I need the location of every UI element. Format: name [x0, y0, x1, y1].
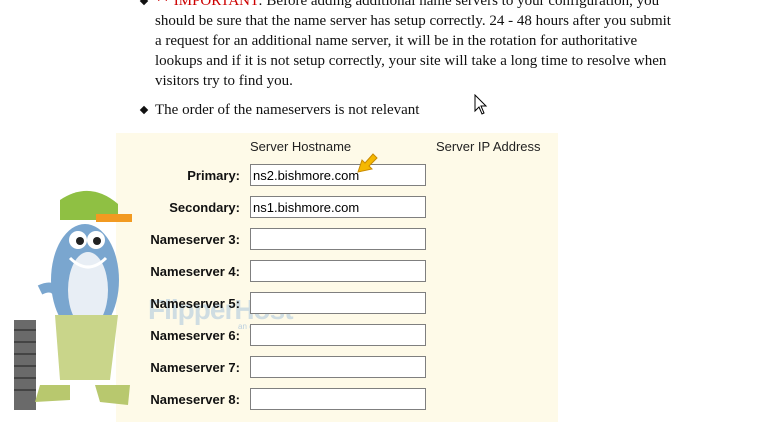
- order-note: The order of the nameservers is not rele…: [140, 100, 680, 120]
- label-nameserver-3: Nameserver 3:: [150, 232, 240, 247]
- column-header-hostname: Server Hostname: [250, 139, 352, 154]
- nameserver-6-field[interactable]: [250, 324, 426, 346]
- label-nameserver-5: Nameserver 5:: [150, 296, 240, 311]
- label-nameserver-6: Nameserver 6:: [150, 328, 240, 343]
- label-nameserver-4: Nameserver 4:: [150, 264, 240, 279]
- label-secondary: Secondary:: [169, 200, 240, 215]
- mouse-cursor-icon: [474, 94, 488, 115]
- nameserver-3-field[interactable]: [250, 228, 426, 250]
- important-notes: ** IMPORTANT: Before adding additional n…: [140, 0, 680, 120]
- label-nameserver-7: Nameserver 7:: [150, 360, 240, 375]
- important-note: ** IMPORTANT: Before adding additional n…: [140, 0, 680, 91]
- secondary-hostname-field[interactable]: [250, 196, 426, 218]
- nameserver-8-field[interactable]: [250, 388, 426, 410]
- important-label: ** IMPORTANT: [155, 0, 259, 9]
- label-primary: Primary:: [187, 168, 240, 183]
- flipperhost-mascot-icon: [14, 190, 132, 410]
- label-nameserver-8: Nameserver 8:: [150, 392, 240, 407]
- order-text: The order of the nameservers is not rele…: [155, 102, 420, 118]
- important-text: : Before adding additional name servers …: [155, 0, 671, 89]
- nameserver-4-field[interactable]: [250, 260, 426, 282]
- nameserver-5-field[interactable]: [250, 292, 426, 314]
- tutorial-arrow-icon: [357, 153, 378, 173]
- column-header-ip: Server IP Address: [436, 139, 541, 154]
- nameserver-7-field[interactable]: [250, 356, 426, 378]
- primary-hostname-field[interactable]: [250, 164, 426, 186]
